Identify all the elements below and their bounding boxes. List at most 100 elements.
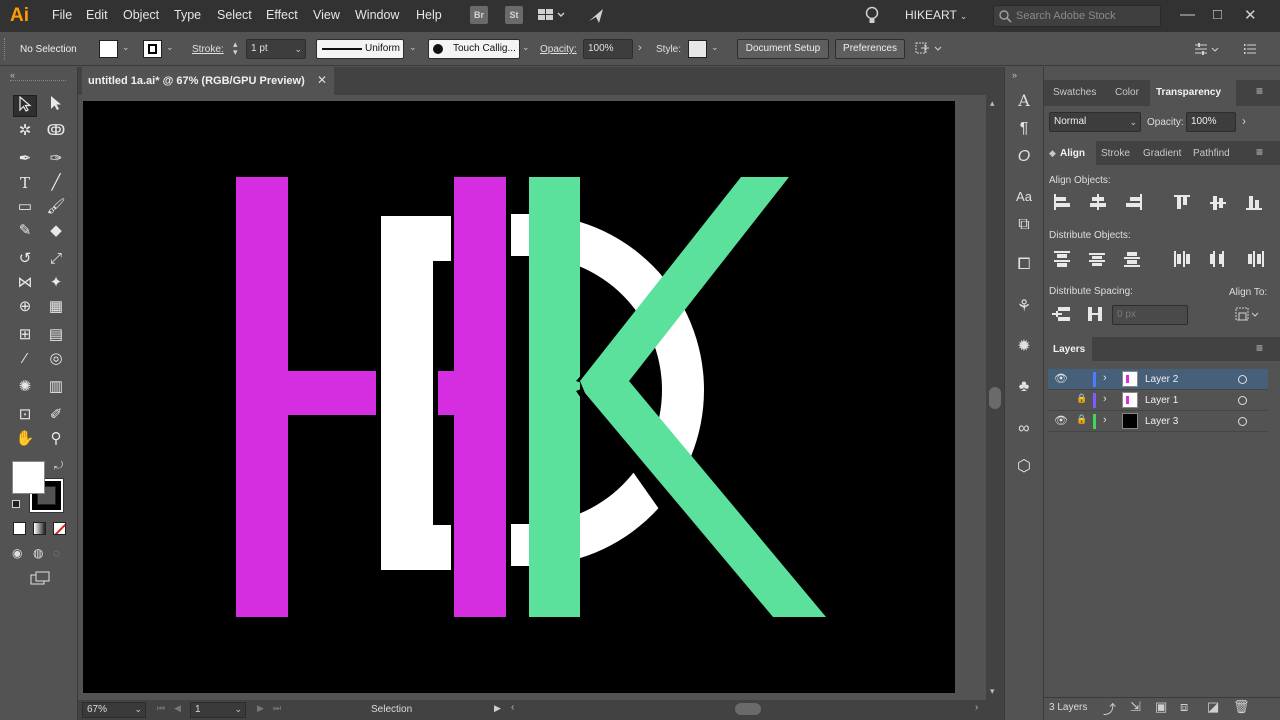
panel-menu-icon[interactable]: ≡: [1256, 84, 1263, 98]
menu-type[interactable]: Type: [174, 8, 201, 22]
layer-row[interactable]: 👁 › Layer 2: [1048, 369, 1268, 390]
menu-edit[interactable]: Edit: [86, 8, 108, 22]
none-mode-button[interactable]: [53, 522, 66, 535]
slice-tool[interactable]: ✐: [44, 404, 68, 426]
workspace-switcher[interactable]: HIKEART ⌄: [905, 8, 967, 22]
bridge-button[interactable]: Br: [470, 6, 488, 24]
artboard-number-field[interactable]: 1 ⌄: [190, 702, 246, 718]
locate-object-icon[interactable]: ⤴: [1103, 699, 1116, 718]
tab-gradient[interactable]: Gradient: [1143, 148, 1181, 159]
layers-panel-menu-icon[interactable]: ≡: [1256, 341, 1263, 355]
fill-swatch[interactable]: [99, 40, 118, 58]
tab-swatches[interactable]: Swatches: [1053, 87, 1096, 98]
gradient-tool[interactable]: ▤: [44, 324, 68, 346]
stroke-stepper[interactable]: ▴ ▾: [233, 40, 238, 57]
align-panel-menu-icon[interactable]: ≡: [1256, 145, 1263, 159]
brush-definition[interactable]: Touch Callig...: [428, 39, 520, 59]
opacity-field[interactable]: 100%: [583, 39, 633, 59]
blend-tool[interactable]: ◎: [44, 348, 68, 370]
control-menu-icon[interactable]: [1244, 42, 1258, 59]
menu-view[interactable]: View: [313, 8, 340, 22]
layer-row[interactable]: 🔒 › Layer 1: [1048, 390, 1268, 411]
shape-builder-tool[interactable]: ⊕: [13, 296, 37, 318]
transparency-opacity-field[interactable]: 100%: [1186, 112, 1236, 132]
align-to-artboard-icon[interactable]: [1234, 305, 1262, 326]
distribute-objects-row[interactable]: [1052, 249, 1272, 269]
new-layer-icon[interactable]: ◪: [1207, 699, 1219, 715]
tab-stroke[interactable]: Stroke: [1101, 148, 1130, 159]
delete-layer-icon[interactable]: 🗑: [1233, 699, 1250, 715]
tab-pathfinder[interactable]: Pathfind: [1193, 148, 1230, 159]
panel-options-icon[interactable]: [1193, 40, 1223, 61]
line-segment-tool[interactable]: ╱: [44, 172, 68, 194]
magenta-h-left-stem[interactable]: [236, 177, 288, 617]
vertical-scroll-thumb[interactable]: [989, 387, 1001, 409]
menu-object[interactable]: Object: [123, 8, 159, 22]
rectangle-tool[interactable]: ▭: [13, 196, 37, 218]
width-tool[interactable]: ⋈: [13, 272, 37, 294]
expand-arrow-icon[interactable]: ›: [1103, 372, 1107, 384]
target-circle-icon[interactable]: [1238, 417, 1247, 426]
green-k-stem[interactable]: [529, 177, 580, 617]
shaper-tool[interactable]: ✎: [13, 220, 37, 242]
draw-behind-icon[interactable]: ◍: [33, 546, 49, 560]
visibility-eye-icon[interactable]: 👁: [1054, 372, 1068, 385]
document-setup-button[interactable]: Document Setup: [737, 39, 829, 59]
stock-search-box[interactable]: [993, 5, 1161, 27]
expand-arrow-icon[interactable]: ›: [1103, 414, 1107, 426]
graphic-style-swatch[interactable]: [688, 40, 707, 58]
maximize-button[interactable]: □: [1213, 6, 1222, 23]
horizontal-scroll-thumb[interactable]: [735, 703, 761, 715]
hk-logo-artwork[interactable]: [83, 101, 955, 693]
collapse-toolbar-icon[interactable]: «: [10, 70, 15, 80]
draw-normal-icon[interactable]: ◉: [12, 546, 28, 560]
symbol-sprayer-tool[interactable]: ✺: [13, 376, 37, 398]
tab-layers[interactable]: Layers: [1053, 344, 1085, 355]
collapse-strip-icon[interactable]: »: [1012, 70, 1017, 80]
tab-transparency[interactable]: Transparency: [1156, 87, 1221, 98]
chevron-down-icon[interactable]: ⌄: [711, 42, 719, 53]
mesh-tool[interactable]: ⊞: [13, 324, 37, 346]
menu-effect[interactable]: Effect: [266, 8, 298, 22]
distribute-spacing-buttons[interactable]: [1052, 305, 1112, 325]
chevron-down-icon[interactable]: ⌄: [409, 42, 417, 53]
preferences-button[interactable]: Preferences: [835, 39, 905, 59]
chevron-down-icon[interactable]: ⌄: [522, 42, 530, 53]
new-sublayer-icon[interactable]: ⧈: [1180, 699, 1188, 715]
zoom-level-field[interactable]: 67% ⌄: [82, 702, 146, 718]
panel-grip[interactable]: [4, 38, 7, 60]
next-artboard-icon[interactable]: ▶: [257, 703, 264, 714]
stock-button[interactable]: St: [505, 6, 523, 24]
stroke-swatch[interactable]: [143, 40, 162, 58]
status-menu-icon[interactable]: ▶: [494, 703, 501, 714]
magenta-h-right-stem[interactable]: [454, 177, 506, 617]
puppet-warp-tool[interactable]: ✦: [44, 272, 68, 294]
tab-align[interactable]: Align: [1060, 148, 1085, 159]
align-objects-row[interactable]: [1052, 193, 1272, 213]
arrange-icon[interactable]: [914, 40, 944, 61]
previous-artboard-icon[interactable]: ◀: [174, 703, 181, 714]
stroke-weight-field[interactable]: 1 pt ⌄: [246, 39, 306, 59]
scroll-down-icon[interactable]: ▾: [990, 686, 995, 697]
collapse-arrows-icon[interactable]: ◆: [1049, 148, 1056, 159]
draw-inside-icon[interactable]: ◌: [53, 546, 69, 560]
artboard[interactable]: [83, 101, 955, 693]
magenta-h-crossbar[interactable]: [288, 371, 376, 415]
search-input[interactable]: [1016, 8, 1156, 24]
lightbulb-icon[interactable]: [864, 6, 880, 29]
lock-icon[interactable]: 🔒: [1076, 414, 1087, 425]
visibility-eye-icon[interactable]: 👁: [1054, 414, 1068, 427]
paintbrush-tool[interactable]: 🖌: [44, 196, 68, 218]
fill-color-swatch[interactable]: [12, 461, 45, 494]
type-tool[interactable]: T: [13, 172, 37, 194]
first-artboard-icon[interactable]: ⏮: [157, 703, 165, 714]
graphic-styles-panel-icon[interactable]: ♣: [1009, 375, 1039, 399]
scroll-right-icon[interactable]: ›: [975, 702, 978, 713]
menu-file[interactable]: File: [52, 8, 72, 22]
stroke-label[interactable]: Stroke:: [192, 44, 224, 55]
gradient-mode-button[interactable]: [33, 522, 46, 535]
glyphs-panel-icon[interactable]: Aa: [1009, 185, 1039, 209]
chevron-right-icon[interactable]: ›: [638, 42, 642, 54]
opacity-label[interactable]: Opacity:: [540, 44, 577, 55]
last-artboard-icon[interactable]: ⏭: [273, 703, 281, 714]
